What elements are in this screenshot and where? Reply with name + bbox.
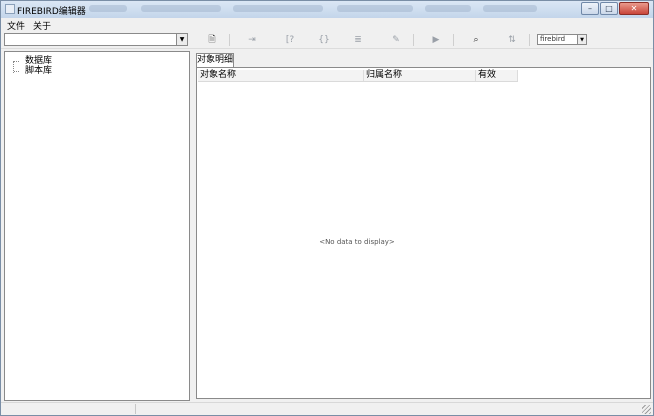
window-controls: – □ ✕ — [580, 2, 649, 16]
toolbar-separator — [453, 34, 454, 46]
connection-combo[interactable]: ▼ — [4, 33, 188, 46]
minimize-button[interactable]: – — [581, 2, 599, 15]
grid-header: 对象名称 归属名称 有效 — [198, 70, 518, 82]
maximize-icon: □ — [605, 4, 613, 13]
toolbar-separator — [413, 34, 414, 46]
indent-icon[interactable]: ⇥ — [245, 34, 259, 46]
detail-grid[interactable]: 对象名称 归属名称 有效 <No data to display> — [196, 67, 651, 399]
window-title: FIREBIRD编辑器 — [17, 7, 86, 17]
title-blur-region — [141, 5, 221, 12]
tree-connector — [14, 71, 19, 72]
tree-node-label: 数据库 — [25, 56, 53, 66]
resize-grip-icon[interactable] — [642, 405, 651, 414]
database-type-combo[interactable]: firebird ▼ — [537, 34, 587, 45]
app-icon — [5, 4, 15, 14]
binoculars-icon[interactable]: ⌕ — [469, 34, 483, 46]
title-blur-region — [337, 5, 413, 12]
object-tree[interactable]: 数据库 脚本库 — [4, 51, 190, 401]
minimize-icon: – — [588, 4, 592, 13]
column-header-object-name[interactable]: 对象名称 — [198, 70, 364, 81]
column-header-valid[interactable]: 有效 — [476, 70, 518, 81]
maximize-button[interactable]: □ — [600, 2, 618, 15]
empty-message: <No data to display> — [319, 238, 395, 246]
column-header-owner-name[interactable]: 归属名称 — [364, 70, 476, 81]
tree-connector — [14, 61, 19, 62]
toolbar: ▼ 🗎 ⇥ [? {} ≣ ✎ ▶ ⌕ ⇅ firebird ▼ — [1, 31, 653, 49]
close-button[interactable]: ✕ — [619, 2, 649, 15]
edit-doc-icon[interactable]: ✎ — [389, 34, 403, 46]
chevron-down-icon[interactable]: ▼ — [176, 34, 187, 45]
chevron-down-icon[interactable]: ▼ — [577, 35, 586, 44]
database-type-value: firebird — [540, 35, 566, 43]
main-window: FIREBIRD编辑器 – □ ✕ 文件 关于 ▼ 🗎 ⇥ [? {} ≣ ✎ … — [0, 0, 654, 416]
title-blur-region — [483, 5, 537, 12]
brace-icon[interactable]: {} — [317, 34, 331, 46]
toolbar-separator — [529, 34, 530, 46]
title-blur-region — [425, 5, 471, 12]
tree-node-label: 脚本库 — [25, 66, 53, 76]
status-pane — [1, 404, 136, 414]
align-icon[interactable]: ≣ — [351, 34, 365, 46]
tab-object-details[interactable]: 对象明细 — [196, 53, 234, 67]
toolbar-separator — [229, 34, 230, 46]
run-icon[interactable]: ▶ — [429, 34, 443, 46]
title-blur-region — [233, 5, 323, 12]
new-document-icon[interactable]: 🗎 — [205, 34, 219, 46]
title-bar[interactable]: FIREBIRD编辑器 – □ ✕ — [1, 1, 653, 18]
close-icon: ✕ — [630, 4, 638, 13]
format-icon[interactable]: ⇅ — [505, 34, 519, 46]
menu-bar: 文件 关于 — [1, 18, 653, 32]
title-blur-region — [89, 5, 127, 12]
status-bar — [1, 402, 653, 415]
bracket-icon[interactable]: [? — [283, 34, 297, 46]
